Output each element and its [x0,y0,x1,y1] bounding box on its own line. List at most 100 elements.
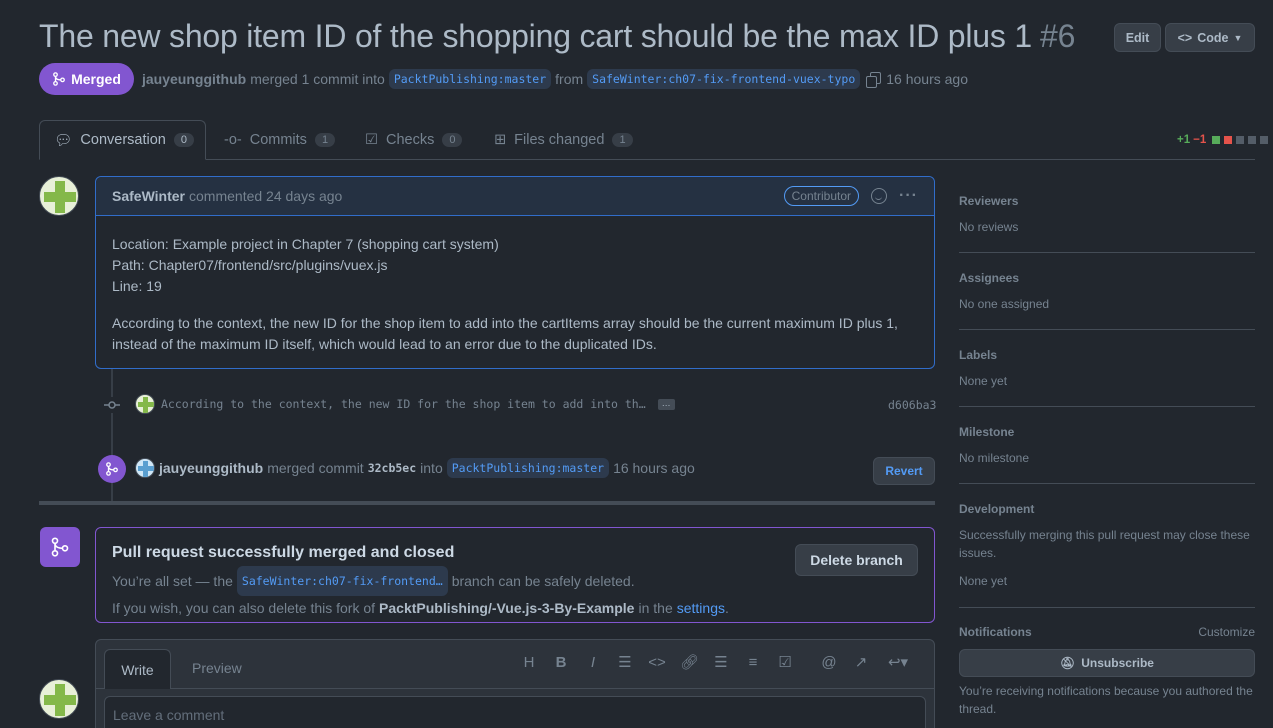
fork-line-text: If you wish, you can also delete this fo… [112,600,376,616]
mention-icon[interactable]: @ [820,654,838,671]
bold-icon[interactable]: B [552,654,570,671]
link-icon[interactable]: 🔗︎ [680,653,699,671]
revert-button[interactable]: Revert [873,457,935,485]
task-list-icon[interactable]: ☑ [776,653,794,671]
avatar[interactable] [39,679,79,719]
code-icon[interactable]: <> [648,654,666,671]
expand-commit-button[interactable]: … [657,398,675,410]
smiley-icon[interactable] [871,188,888,204]
chevron-down-icon: ▼ [1233,32,1243,43]
unsubscribe-button[interactable]: 🔕︎ Unsubscribe [959,649,1255,677]
comment-author[interactable]: SafeWinter [112,188,185,204]
heading-icon[interactable]: H [520,654,538,671]
sidebar-assignees: Assignees No one assigned [959,271,1255,330]
avatar[interactable] [135,458,155,478]
merged-status-badge: Merged [39,63,134,95]
merge-author[interactable]: jauyeunggithub [159,460,263,476]
sidebar-heading[interactable]: Milestone [959,425,1255,439]
tab-checks[interactable]: ☑ Checks 0 [351,120,476,160]
pr-author-link[interactable]: jauyeunggithub [142,71,246,87]
merge-text: merged commit [267,460,364,476]
copy-icon[interactable] [866,72,882,88]
sidebar-heading[interactable]: Assignees [959,271,1255,285]
tab-conversation-label: Conversation [80,132,166,148]
tab-commits[interactable]: -o- Commits 1 [210,120,349,160]
editor-tabs-divider [96,688,934,689]
kebab-menu-icon[interactable]: ··· [899,187,918,205]
bell-slash-icon: 🔕︎ [1060,656,1076,670]
delete-branch-button[interactable]: Delete branch [795,544,918,576]
sidebar-heading[interactable]: Labels [959,348,1255,362]
diffstat-additions: +1 [1177,134,1191,146]
diffstat-block [1248,136,1257,144]
pr-title-text: The new shop item ID of the shopping car… [39,18,1032,54]
development-description: Successfully merging this pull request m… [959,528,1250,560]
customize-link[interactable]: Customize [1198,625,1255,639]
code-button-label: Code [1197,30,1229,45]
write-tab[interactable]: Write [104,649,171,689]
merge-icon [53,72,65,86]
unsubscribe-label: Unsubscribe [1081,656,1154,670]
fork-line-text: in the [638,600,673,616]
tab-conversation[interactable]: 💬︎ Conversation 0 [39,120,206,160]
tab-checks-count: 0 [442,133,463,147]
unordered-list-icon[interactable]: ☰ [712,653,730,671]
ordered-list-icon[interactable]: ≡ [744,654,762,671]
tab-files-changed[interactable]: ⊞ Files changed 1 [480,120,647,160]
avatar[interactable] [39,176,79,216]
comment-line: Location: Example project in Chapter 7 (… [112,236,499,252]
settings-link[interactable]: settings [677,596,725,620]
tab-conversation-count: 0 [173,133,194,147]
edit-button[interactable]: Edit [1114,23,1161,52]
sidebar-value: None yet [959,574,1008,588]
merge-event-icon [98,455,126,483]
preview-tab[interactable]: Preview [192,660,242,676]
merge-base-branch[interactable]: PacktPublishing:master [446,458,610,478]
merged-line-text: branch can be safely deleted. [451,573,635,589]
merged-status-icon [40,527,80,567]
notifications-note: You’re receiving notifications because y… [959,684,1253,716]
comment-time[interactable]: commented 24 days ago [189,188,342,204]
sidebar-heading: Notifications [959,625,1032,639]
comment-body: Location: Example project in Chapter 7 (… [96,216,934,373]
editor-toolbar: H B I ☰ <> 🔗︎ ☰ ≡ ☑ @ ↗ ↩▾ [520,653,912,672]
sidebar-value: No reviews [959,220,1019,234]
avatar[interactable] [135,394,155,414]
sidebar-value: No one assigned [959,297,1050,311]
deletable-branch[interactable]: SafeWinter:ch07-fix-frontend… [236,566,448,596]
base-branch[interactable]: PacktPublishing:master [388,69,552,89]
italic-icon[interactable]: I [584,654,602,671]
notifications-header: Notifications Customize [959,625,1255,639]
comment-input[interactable]: Leave a comment [104,696,926,728]
fork-repo-name: PacktPublishing/-Vue.js-3-By-Example [379,600,635,616]
from-text: from [555,71,584,87]
diffstat-block [1212,136,1221,144]
sidebar-heading[interactable]: Development [959,502,1255,516]
comment-paragraph: According to the context, the new ID for… [112,315,898,352]
merge-event: jauyeunggithub merged commit 32cb5ec int… [135,458,695,478]
comment-header: SafeWinter commented 24 days ago Contrib… [96,177,934,216]
diffstat-block [1236,136,1245,144]
tab-files-changed-label: Files changed [514,132,605,148]
quote-icon[interactable]: ☰ [616,653,634,671]
merged-status-label: Merged [71,71,121,87]
cross-reference-icon[interactable]: ↗ [852,653,870,671]
diffstat-block [1260,136,1269,144]
commit-message[interactable]: According to the context, the new ID for… [161,397,646,411]
reply-icon[interactable]: ↩▾ [884,653,912,671]
merge-time[interactable]: 16 hours ago [613,460,695,476]
merged-line-text: You’re all set — the [112,573,233,589]
merge-commit-sha[interactable]: 32cb5ec [368,461,416,475]
sidebar-heading[interactable]: Reviewers [959,194,1255,208]
commit-sha[interactable]: d606ba3 [888,398,936,412]
pr-title: The new shop item ID of the shopping car… [39,18,1075,55]
sidebar-reviewers: Reviewers No reviews [959,194,1255,253]
head-branch[interactable]: SafeWinter:ch07-fix-frontend-vuex-typo [587,69,861,89]
conversation-icon: 💬︎ [54,132,73,149]
merge-icon [51,537,69,557]
merge-icon [106,462,118,476]
timeline-end-divider [39,501,935,505]
code-button[interactable]: <> Code ▼ [1165,23,1255,52]
commit-icon: -o- [224,132,242,148]
comment-box: SafeWinter commented 24 days ago Contrib… [95,176,935,369]
